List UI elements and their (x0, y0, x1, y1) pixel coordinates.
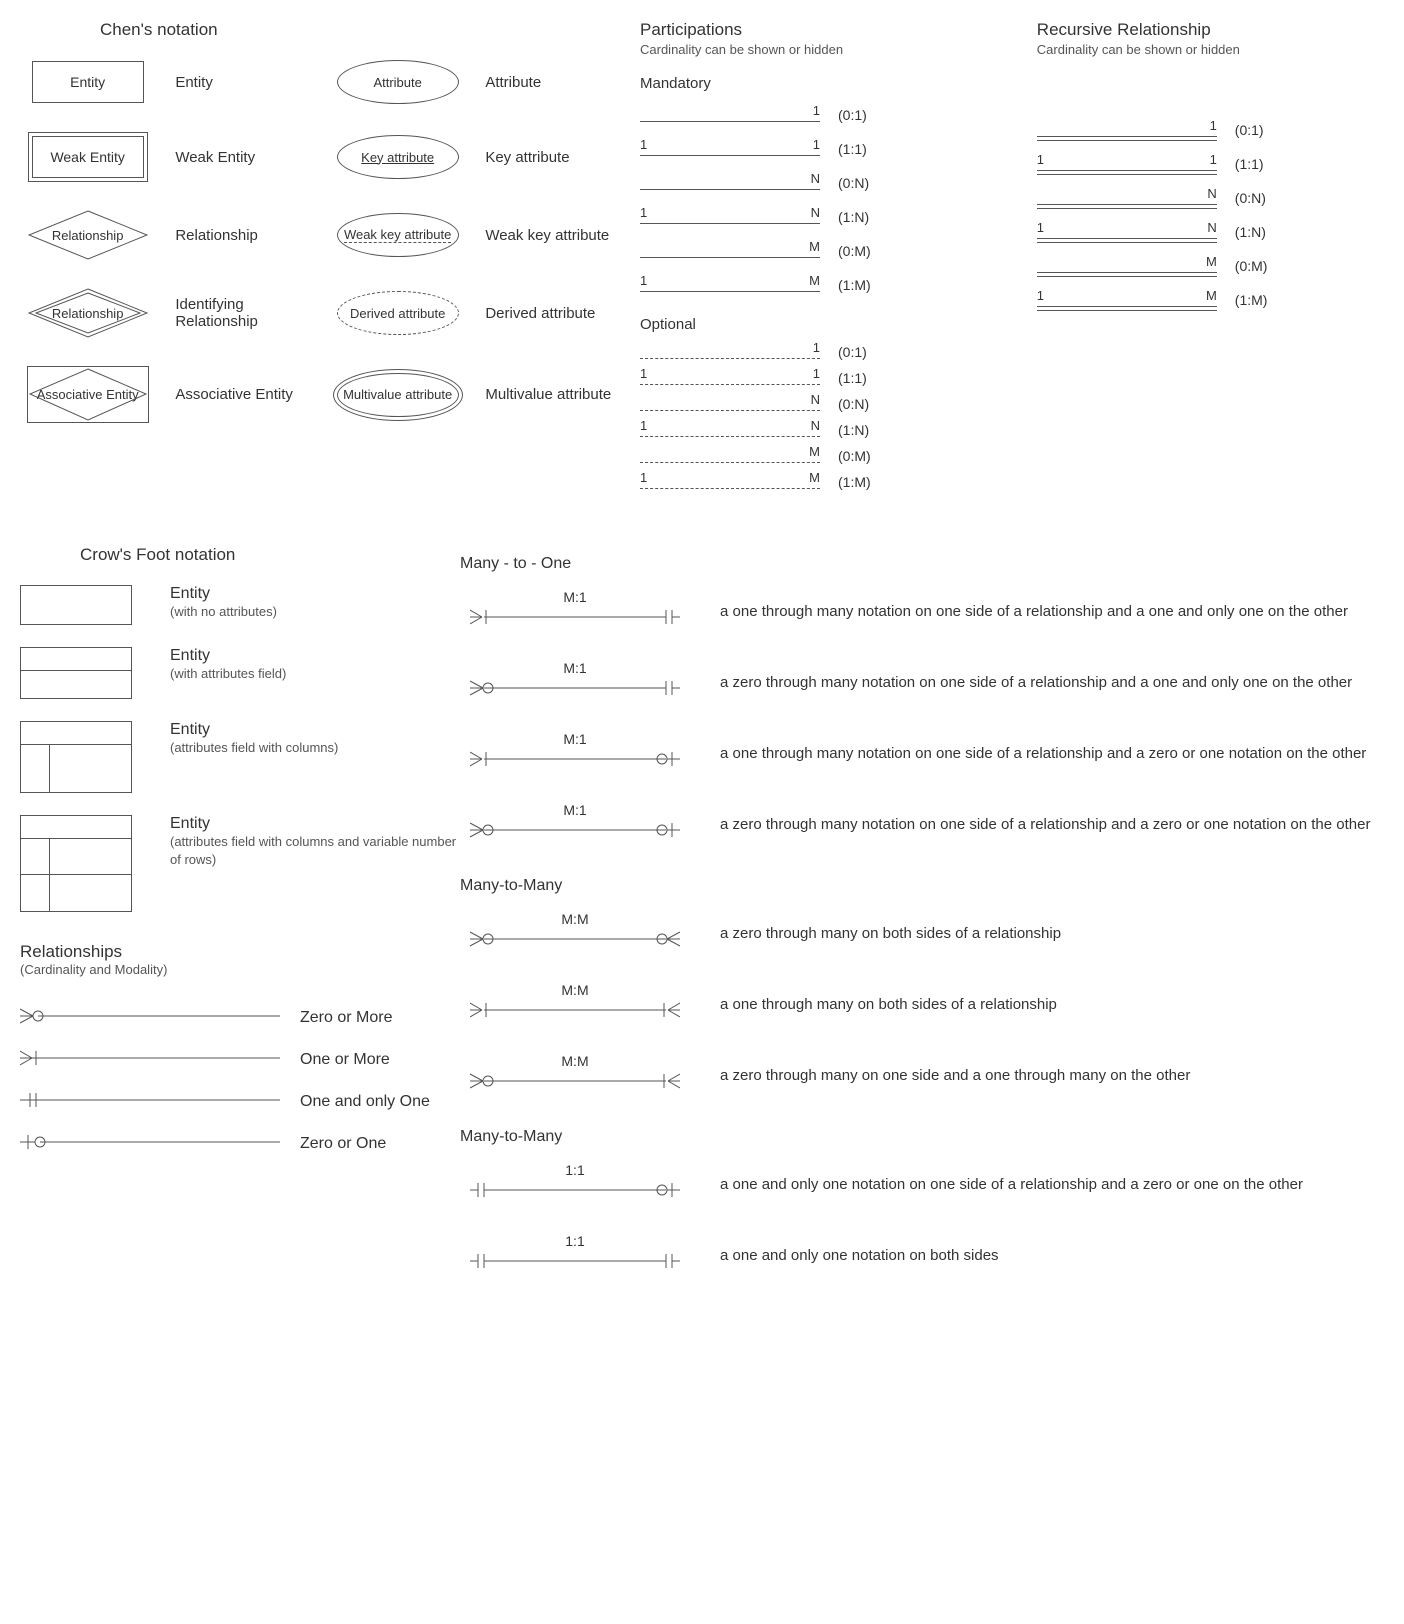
cf-entity-4-label: Entity (170, 815, 210, 832)
connector-row: M:M a zero through many on both sides of… (460, 911, 1384, 956)
chen-title: Chen's notation (100, 20, 640, 40)
one-and-only-one-label: One and only One (280, 1093, 430, 1111)
attribute-shape: Attribute (337, 60, 459, 104)
cardinality-row: N (0:N) (640, 166, 1037, 200)
one-and-only-one-icon (20, 1088, 280, 1112)
connector-row: M:1 a one through many notation on one s… (460, 589, 1384, 634)
cardinality-row: 1 M (1:M) (1037, 283, 1384, 317)
cardinality-row: N (0:N) (640, 391, 1037, 417)
cardinality-row: M (0:M) (640, 234, 1037, 268)
relationships-title: Relationships (20, 942, 460, 962)
connector-icon (470, 676, 680, 700)
weak-entity-shape: Weak Entity (28, 132, 148, 182)
relationship-shape: Relationship (28, 210, 148, 260)
many-to-many-title: Many-to-Many (460, 877, 1384, 895)
connector-icon (470, 998, 680, 1022)
one-to-one-title: Many-to-Many (460, 1128, 1384, 1146)
connector-row: M:1 a zero through many notation on one … (460, 802, 1384, 847)
derived-attribute-label: Derived attribute (465, 305, 640, 322)
connector-row: 1:1 a one and only one notation on both … (460, 1233, 1384, 1278)
attribute-label: Attribute (465, 74, 640, 91)
connector-icon (470, 747, 680, 771)
entity-label: Entity (155, 74, 330, 91)
relationships-sub: (Cardinality and Modality) (20, 962, 460, 977)
associative-entity-shape: Associative Entity (27, 366, 149, 423)
zero-or-more-icon (20, 1004, 280, 1028)
relationship-label: Relationship (155, 227, 330, 244)
connector-icon (470, 1178, 680, 1202)
cardinality-row: 1 (0:1) (640, 339, 1037, 365)
zero-or-more-label: Zero or More (280, 1009, 392, 1027)
participations-title: Participations (640, 20, 1037, 40)
weak-key-attribute-label: Weak key attribute (465, 227, 640, 244)
key-attribute-label: Key attribute (465, 149, 640, 166)
connector-row: M:1 a zero through many notation on one … (460, 660, 1384, 705)
cardinality-row: 1 (0:1) (1037, 113, 1384, 147)
connector-icon (470, 605, 680, 629)
key-attribute-shape: Key attribute (337, 135, 459, 179)
cardinality-row: 1 1 (1:1) (640, 132, 1037, 166)
recursive-subtitle: Cardinality can be shown or hidden (1037, 42, 1384, 57)
recursive-title: Recursive Relationship (1037, 20, 1384, 40)
associative-entity-label: Associative Entity (155, 386, 330, 403)
cf-entity-2-label: Entity (170, 647, 210, 664)
cardinality-row: M (0:M) (1037, 249, 1384, 283)
many-to-one-title: Many - to - One (460, 555, 1384, 573)
participations-subtitle: Cardinality can be shown or hidden (640, 42, 1037, 57)
cf-entity-1 (20, 585, 132, 625)
derived-attribute-shape: Derived attribute (337, 291, 459, 335)
cardinality-row: 1 1 (1:1) (640, 365, 1037, 391)
cf-entity-4-sub: (attributes field with columns and varia… (170, 834, 456, 867)
connector-icon (470, 1069, 680, 1093)
connector-row: M:M a zero through many on one side and … (460, 1053, 1384, 1098)
zero-or-one-label: Zero or One (280, 1135, 386, 1153)
cf-entity-2 (20, 647, 132, 699)
connector-row: M:M a one through many on both sides of … (460, 982, 1384, 1027)
connector-row: M:1 a one through many notation on one s… (460, 731, 1384, 776)
connector-icon (470, 1249, 680, 1273)
cardinality-row: 1 1 (1:1) (1037, 147, 1384, 181)
cf-entity-3-sub: (attributes field with columns) (170, 740, 338, 755)
one-or-more-label: One or More (280, 1051, 390, 1069)
mandatory-title: Mandatory (640, 75, 1037, 92)
cardinality-row: 1 N (1:N) (1037, 215, 1384, 249)
cf-entity-2-sub: (with attributes field) (170, 666, 286, 681)
cf-entity-3 (20, 721, 132, 793)
cf-entity-1-sub: (with no attributes) (170, 604, 277, 619)
connector-icon (470, 927, 680, 951)
identifying-relationship-shape: Relationship (28, 288, 148, 338)
cardinality-row: 1 M (1:M) (640, 469, 1037, 495)
connector-icon (470, 818, 680, 842)
one-or-more-icon (20, 1046, 280, 1070)
cardinality-row: 1 N (1:N) (640, 417, 1037, 443)
cardinality-row: 1 (0:1) (640, 98, 1037, 132)
cardinality-row: N (0:N) (1037, 181, 1384, 215)
cf-entity-4 (20, 815, 132, 912)
multivalue-attribute-shape: Multivalue attribute (333, 369, 463, 421)
cf-entity-3-label: Entity (170, 721, 210, 738)
crowsfoot-title: Crow's Foot notation (80, 545, 460, 565)
identifying-relationship-label: Identifying Relationship (155, 296, 330, 330)
cardinality-row: 1 M (1:M) (640, 268, 1037, 302)
cardinality-row: M (0:M) (640, 443, 1037, 469)
cf-entity-1-label: Entity (170, 585, 210, 602)
weak-entity-label: Weak Entity (155, 149, 330, 166)
weak-key-attribute-shape: Weak key attribute (337, 213, 459, 257)
connector-row: 1:1 a one and only one notation on one s… (460, 1162, 1384, 1207)
entity-shape: Entity (32, 61, 144, 103)
zero-or-one-icon (20, 1130, 280, 1154)
multivalue-attribute-label: Multivalue attribute (465, 386, 640, 403)
cardinality-row: 1 N (1:N) (640, 200, 1037, 234)
optional-title: Optional (640, 316, 1037, 333)
